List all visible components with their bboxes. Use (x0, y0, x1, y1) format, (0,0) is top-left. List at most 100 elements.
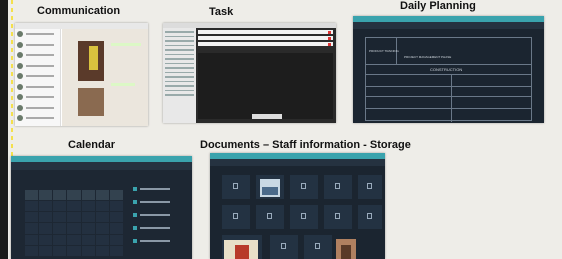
calendar-day[interactable] (109, 201, 123, 212)
file-tile[interactable] (256, 205, 284, 229)
calendar-day[interactable] (39, 223, 53, 234)
calendar-day[interactable] (53, 223, 67, 234)
file-tile[interactable] (222, 205, 250, 229)
file-tile[interactable] (304, 235, 332, 259)
toolbar (210, 159, 385, 166)
communication-title: Communication (37, 5, 121, 17)
file-tile[interactable] (358, 205, 382, 229)
file-icon (281, 243, 286, 249)
calendar-day[interactable] (109, 245, 123, 256)
calendar-day[interactable] (95, 223, 109, 234)
calendar-day[interactable] (81, 245, 95, 256)
calendar-day[interactable] (39, 212, 53, 223)
event-icon (133, 225, 137, 230)
calendar-day[interactable] (81, 234, 95, 245)
form-heading: CONSTRUCTION (430, 67, 463, 72)
avatar-icon (17, 104, 23, 111)
chat-contact[interactable] (15, 71, 60, 82)
calendar-day[interactable] (95, 234, 109, 245)
file-icon (267, 213, 272, 219)
toolbar (11, 162, 192, 170)
task-title: Task (209, 6, 234, 18)
calendar-day[interactable] (81, 201, 95, 212)
daily-planning-screenshot[interactable]: PRODUCT TRAINING PROJECT MANAGEMENT PHAS… (353, 16, 544, 123)
chat-contact[interactable] (15, 113, 60, 124)
event-icon (133, 199, 137, 204)
task-row[interactable] (198, 30, 333, 34)
chat-contact[interactable] (15, 92, 60, 103)
calendar-day[interactable] (95, 212, 109, 223)
agenda-item (133, 225, 185, 230)
planning-form: PRODUCT TRAINING PROJECT MANAGEMENT PHAS… (365, 37, 532, 122)
calendar-day[interactable] (81, 223, 95, 234)
calendar-day[interactable] (67, 212, 81, 223)
calendar-day[interactable] (109, 234, 123, 245)
calendar-day[interactable] (39, 234, 53, 245)
calendar-month-grid[interactable] (25, 190, 123, 256)
calendar-day[interactable] (25, 201, 39, 212)
calendar-agenda (133, 186, 185, 251)
task-list[interactable] (198, 30, 333, 48)
file-tile[interactable] (324, 205, 352, 229)
file-icon (335, 183, 340, 189)
file-tile[interactable] (270, 235, 298, 259)
chat-contact[interactable] (15, 61, 60, 72)
file-tile[interactable] (222, 175, 250, 199)
chat-photo[interactable] (78, 88, 104, 116)
agenda-item (133, 212, 185, 217)
calendar-day[interactable] (67, 201, 81, 212)
task-pagination[interactable] (252, 114, 282, 119)
chat-contact[interactable] (15, 29, 60, 40)
calendar-day[interactable] (95, 245, 109, 256)
calendar-day[interactable] (53, 245, 67, 256)
chat-contact-list[interactable] (15, 29, 61, 126)
avatar-icon (17, 31, 23, 38)
event-icon (133, 238, 137, 243)
file-tile[interactable] (358, 175, 382, 199)
calendar-day[interactable] (67, 223, 81, 234)
task-row[interactable] (198, 42, 333, 46)
calendar-screenshot[interactable] (11, 156, 192, 259)
chat-contact[interactable] (15, 40, 60, 51)
file-tile[interactable] (324, 175, 352, 199)
documents-screenshot[interactable] (210, 153, 385, 259)
task-row[interactable] (198, 36, 333, 40)
calendar-day[interactable] (25, 223, 39, 234)
avatar-icon (17, 52, 23, 59)
calendar-day[interactable] (53, 201, 67, 212)
calendar-day[interactable] (95, 201, 109, 212)
task-sidebar[interactable] (163, 28, 196, 123)
communication-screenshot[interactable] (15, 23, 148, 126)
chat-contact[interactable] (15, 103, 60, 114)
priority-flag-icon (328, 42, 331, 46)
file-tile[interactable] (290, 205, 318, 229)
calendar-day[interactable] (109, 212, 123, 223)
calendar-day[interactable] (67, 245, 81, 256)
avatar-icon (17, 41, 23, 48)
calendar-day[interactable] (25, 245, 39, 256)
calendar-day[interactable] (67, 234, 81, 245)
file-tile[interactable] (290, 175, 318, 199)
task-screenshot[interactable] (163, 23, 336, 123)
chat-contact[interactable] (15, 82, 60, 93)
avatar-icon (17, 73, 23, 80)
avatar-icon (17, 62, 23, 69)
documents-title: Documents – Staff information - Storage (200, 139, 411, 151)
toolbar (353, 22, 544, 29)
daily-planning-title: Daily Planning (400, 0, 476, 12)
avatar-icon (17, 94, 23, 101)
calendar-day[interactable] (25, 212, 39, 223)
calendar-day[interactable] (109, 223, 123, 234)
calendar-day[interactable] (53, 234, 67, 245)
calendar-day[interactable] (39, 245, 53, 256)
calendar-day[interactable] (25, 234, 39, 245)
calendar-day[interactable] (39, 201, 53, 212)
calendar-day[interactable] (81, 212, 95, 223)
priority-flag-icon (328, 36, 331, 40)
file-icon (301, 183, 306, 189)
calendar-day[interactable] (53, 212, 67, 223)
file-icon (301, 213, 306, 219)
file-icon (233, 213, 238, 219)
chat-contact[interactable] (15, 50, 60, 61)
file-icon (335, 213, 340, 219)
